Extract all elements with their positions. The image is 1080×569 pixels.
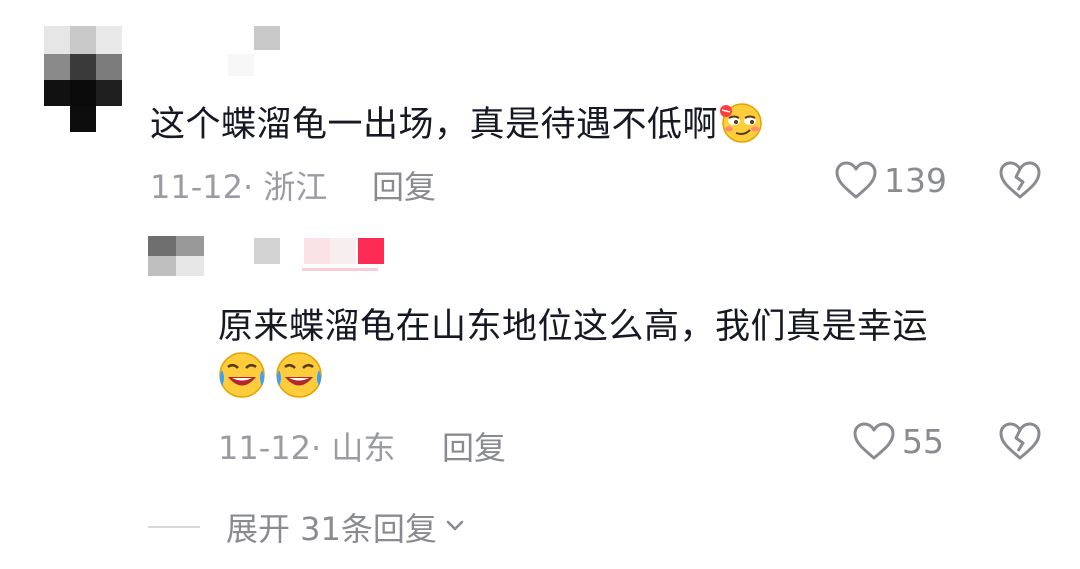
comment-date: 11-12 [150, 168, 243, 206]
smirk-face-emoji [718, 99, 768, 154]
chevron-down-icon [443, 513, 467, 541]
expand-replies-label: 展开 31条回复 [226, 510, 437, 548]
reply-username[interactable] [254, 236, 394, 276]
reply-dislike-button[interactable] [998, 421, 1042, 461]
reply-reply-button[interactable]: 回复 [442, 423, 506, 469]
reply-date: 11-12 [218, 429, 311, 467]
dislike-button[interactable] [998, 160, 1042, 200]
reply-like-button[interactable]: 55 [852, 421, 944, 461]
reply-meta: 11-12· 山东 [218, 429, 396, 467]
username[interactable] [228, 26, 288, 76]
reply-avatar[interactable] [148, 236, 204, 276]
avatar[interactable] [44, 26, 126, 134]
reply-like-count: 55 [902, 421, 944, 461]
reply-text: 原来蝶溜龟在山东地位这么高，我们真是幸运 [218, 307, 929, 347]
broken-heart-icon [998, 421, 1042, 461]
reply-location: 山东 [331, 429, 396, 467]
like-button[interactable]: 139 [834, 160, 947, 200]
broken-heart-icon [998, 160, 1042, 200]
expand-divider [148, 526, 200, 528]
crying-laughing-emoji [273, 350, 325, 404]
like-count: 139 [884, 160, 947, 200]
reply-emoji-row [216, 350, 325, 404]
crying-laughing-emoji [216, 350, 268, 404]
comment-meta: 11-12· 浙江 [150, 168, 328, 206]
comment-location: 浙江 [263, 168, 328, 206]
heart-icon [852, 421, 896, 461]
comment-text: 这个蝶溜龟一出场，真是待遇不低啊 [150, 96, 768, 154]
expand-replies-button[interactable]: 展开 31条回复 [148, 504, 467, 550]
reply-button[interactable]: 回复 [372, 162, 436, 208]
heart-icon [834, 160, 878, 200]
